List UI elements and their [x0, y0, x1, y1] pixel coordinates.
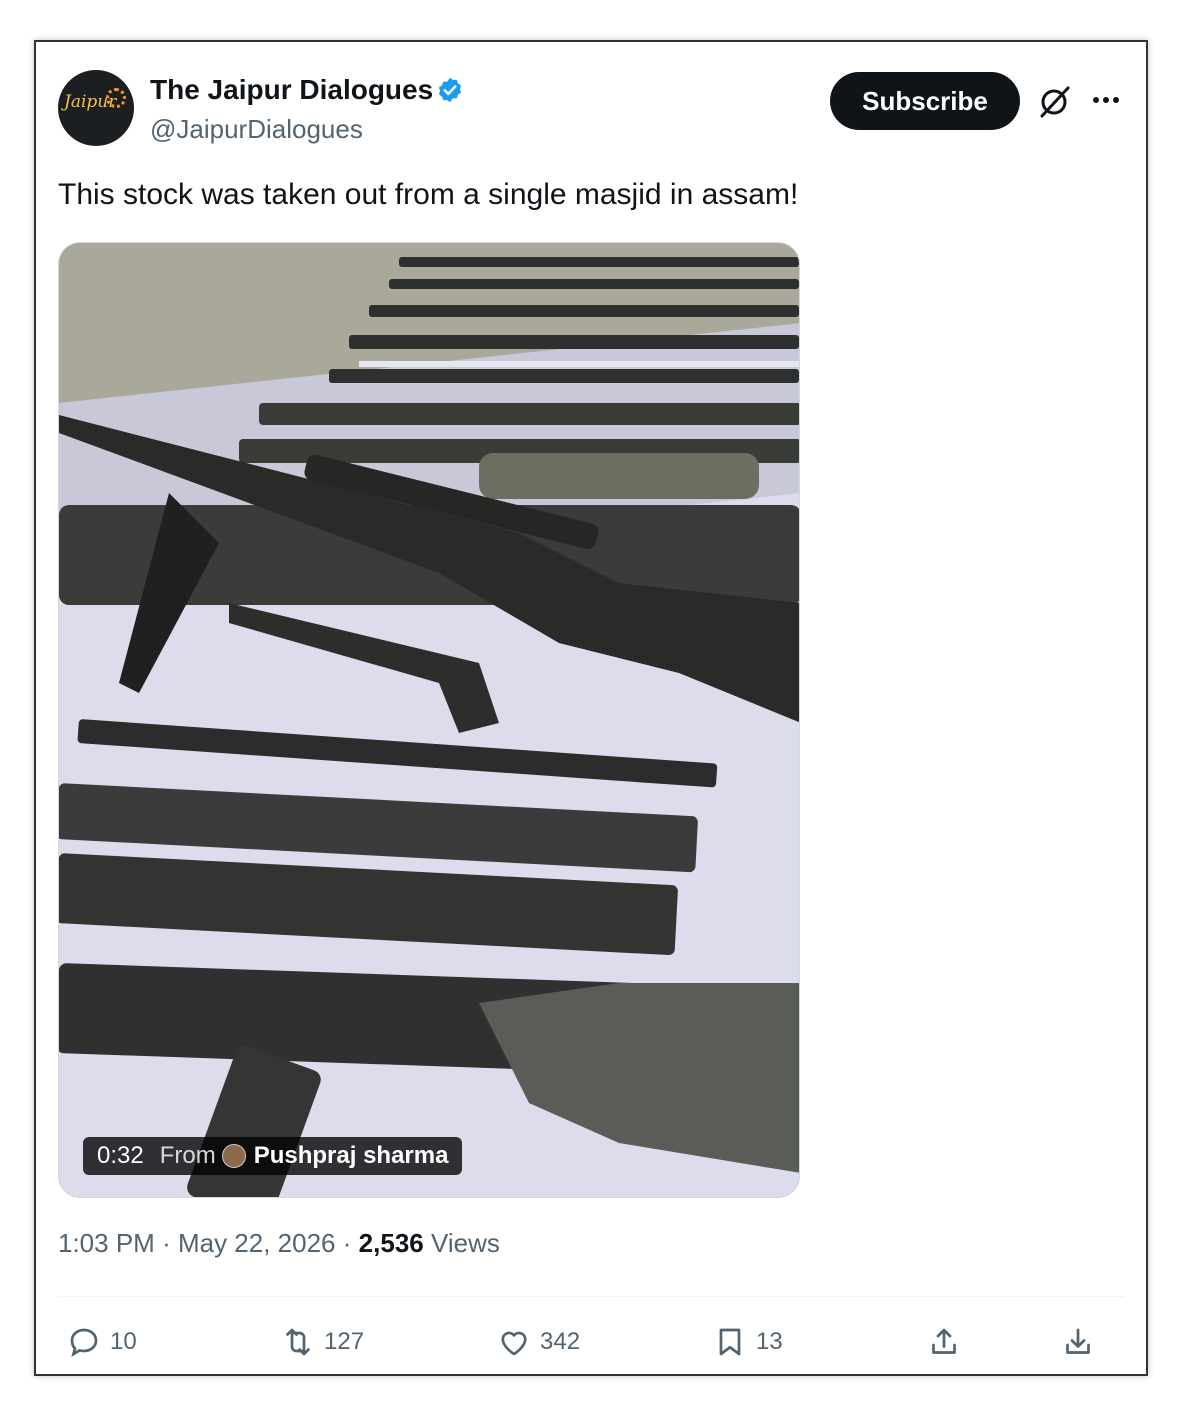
verified-badge-icon — [438, 77, 462, 103]
heart-icon — [501, 1331, 527, 1356]
tweet-time[interactable]: 1:03 PM — [58, 1228, 155, 1258]
action-bar: 10 127 342 13 — [36, 1320, 1146, 1364]
views-count: 2,536 — [358, 1228, 424, 1258]
reply-icon — [70, 1328, 98, 1357]
video-frame-image — [59, 243, 799, 1197]
reply-button[interactable]: 10 — [66, 1320, 137, 1364]
tweet-card: Jaipur The Jaipur Dialogues @JaipurDialo… — [34, 40, 1148, 1376]
video-source-name[interactable]: Pushpraj sharma — [254, 1142, 449, 1170]
repost-button[interactable]: 127 — [280, 1320, 364, 1364]
author-avatar[interactable]: Jaipur — [58, 70, 134, 146]
bookmark-icon — [719, 1328, 741, 1356]
share-icon — [932, 1328, 956, 1354]
author-handle[interactable]: @JaipurDialogues — [150, 114, 363, 145]
grok-icon[interactable] — [1036, 84, 1072, 120]
repost-icon — [286, 1328, 310, 1356]
video-badge: 0:32 From Pushpraj sharma — [83, 1137, 463, 1175]
video-duration: 0:32 — [97, 1142, 144, 1169]
views-label: Views — [430, 1228, 500, 1258]
meta-separator: · — [342, 1228, 352, 1258]
reply-count: 10 — [110, 1328, 137, 1355]
author-name[interactable]: The Jaipur Dialogues — [150, 74, 433, 106]
bookmark-count: 13 — [756, 1328, 783, 1355]
tweet-video[interactable]: 0:32 From Pushpraj sharma — [58, 242, 800, 1198]
download-button[interactable] — [1060, 1320, 1104, 1364]
divider — [58, 1296, 1124, 1297]
more-icon[interactable] — [1088, 86, 1124, 114]
source-avatar — [221, 1144, 246, 1168]
tweet-meta: 1:03 PM · May 22, 2026 · 2,536 Views — [58, 1228, 500, 1259]
download-icon — [1066, 1328, 1090, 1354]
sun-logo-icon — [106, 88, 126, 108]
bookmark-button[interactable]: 13 — [712, 1320, 783, 1364]
repost-count: 127 — [324, 1328, 365, 1355]
subscribe-button[interactable]: Subscribe — [830, 72, 1020, 130]
meta-separator: · — [162, 1228, 171, 1258]
tweet-date[interactable]: May 22, 2026 — [178, 1228, 336, 1258]
tweet-text: This stock was taken out from a single m… — [58, 178, 799, 211]
like-count: 342 — [540, 1328, 581, 1355]
like-button[interactable]: 342 — [496, 1320, 580, 1364]
video-from-label: From — [159, 1142, 216, 1169]
share-button[interactable] — [926, 1320, 970, 1364]
